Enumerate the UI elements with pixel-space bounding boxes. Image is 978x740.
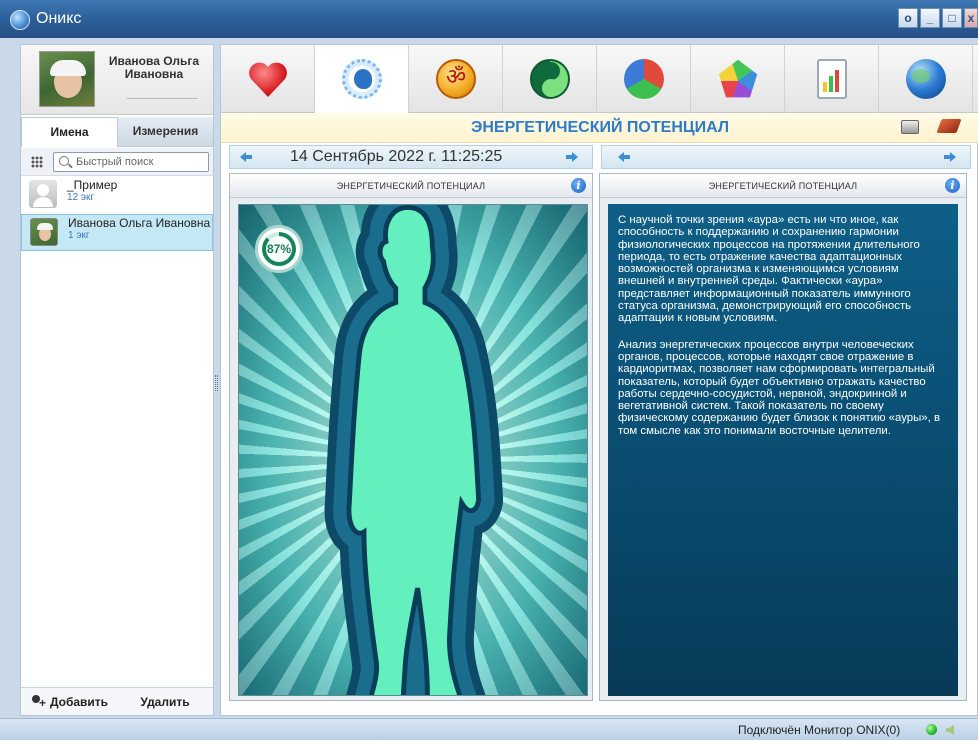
- options-button[interactable]: o: [898, 8, 918, 28]
- user-placeholder-icon: [29, 180, 57, 208]
- module-tabs: ॐ: [221, 45, 978, 113]
- status-indicator-icon: [926, 724, 937, 735]
- tab-globe[interactable]: [879, 45, 973, 113]
- patient-name: _Пример: [67, 178, 118, 192]
- printer-icon[interactable]: [901, 120, 919, 134]
- profile-card: Иванова Ольга Ивановна: [21, 45, 213, 115]
- avatar: [30, 218, 58, 246]
- main-panel: ॐ ЭНЕРГЕТИЧЕСКИЙ ПОТЕНЦИАЛ 14 Сентябрь 2…: [220, 44, 978, 716]
- info-icon[interactable]: i: [571, 178, 586, 193]
- energy-percent-label: 87%: [266, 242, 292, 256]
- window-title: Оникс: [36, 10, 82, 27]
- heart-ecg-icon: [248, 59, 288, 99]
- description-panel: ЭНЕРГЕТИЧЕСКИЙ ПОТЕНЦИАЛ i С научной точ…: [599, 173, 967, 701]
- sidebar-footer: Добавить Удалить: [21, 687, 213, 715]
- description-paragraph: Анализ энергетических процессов внутри ч…: [618, 338, 941, 437]
- description-panel-title: ЭНЕРГЕТИЧЕСКИЙ ПОТЕНЦИАЛ: [600, 174, 966, 198]
- aura-panel-title: ЭНЕРГЕТИЧЕСКИЙ ПОТЕНЦИАЛ: [230, 174, 592, 198]
- bar-chart-icon: [817, 59, 847, 99]
- info-icon[interactable]: i: [945, 178, 960, 193]
- sidebar-tabs: Имена Измерения: [21, 117, 213, 147]
- list-item[interactable]: _Пример 12 экг: [21, 177, 213, 214]
- list-item[interactable]: Иванова Ольга Ивановна 1 экг: [21, 214, 213, 251]
- description-paragraph: С научной точки зрения «аура» есть ни чт…: [618, 214, 920, 325]
- search-icon: [59, 156, 69, 166]
- om-symbol-icon: ॐ: [436, 59, 476, 99]
- aura-panel: ЭНЕРГЕТИЧЕСКИЙ ПОТЕНЦИАЛ i 87%: [229, 173, 593, 701]
- minimize-button[interactable]: _: [920, 8, 940, 28]
- add-patient-button[interactable]: Добавить: [21, 688, 117, 715]
- arrow-left-icon[interactable]: [618, 152, 630, 162]
- maximize-button[interactable]: □: [942, 8, 962, 28]
- globe-icon: [906, 59, 946, 99]
- search-row: Быстрый поиск: [21, 148, 213, 176]
- avatar[interactable]: [39, 51, 95, 107]
- connection-status: Подключён Монитор ONIX(0): [738, 723, 901, 737]
- window-controls: o _ □ x: [898, 8, 978, 28]
- arrow-right-icon[interactable]: [566, 152, 578, 162]
- tab-heart[interactable]: [221, 45, 315, 113]
- app-globe-icon: [10, 10, 30, 30]
- tab-measurements[interactable]: Измерения: [118, 117, 213, 147]
- grid-menu-icon[interactable]: [31, 156, 43, 168]
- tab-bars[interactable]: [785, 45, 879, 113]
- arrow-left-icon[interactable]: [240, 152, 252, 162]
- speaker-icon[interactable]: [946, 725, 954, 735]
- page-title: ЭНЕРГЕТИЧЕСКИЙ ПОТЕНЦИАЛ: [470, 119, 730, 136]
- tab-energy[interactable]: [315, 45, 409, 113]
- patient-name: Иванова Ольга Ивановна: [68, 216, 211, 230]
- head-profile-icon: [342, 59, 382, 99]
- measurement-date: 14 Сентябрь 2022 г. 11:25:25: [290, 148, 503, 165]
- aura-silhouette: [239, 205, 588, 696]
- nav-left-bar: 14 Сентябрь 2022 г. 11:25:25: [229, 145, 593, 169]
- tab-color[interactable]: [597, 45, 691, 113]
- section-header: ЭНЕРГЕТИЧЕСКИЙ ПОТЕНЦИАЛ: [221, 113, 978, 143]
- patient-list: _Пример 12 экг Иванова Ольга Ивановна 1 …: [21, 177, 213, 251]
- splitter-handle[interactable]: [215, 375, 218, 391]
- date-navigation: 14 Сентябрь 2022 г. 11:25:25: [229, 145, 971, 169]
- status-bar: Подключён Монитор ONIX(0): [0, 718, 978, 740]
- profile-name: Иванова Ольга Ивановна: [108, 54, 200, 81]
- patient-ecg-count: 1 экг: [68, 230, 90, 241]
- patient-ecg-count: 12 экг: [67, 192, 95, 203]
- arrow-right-icon[interactable]: [944, 152, 956, 162]
- description-text: С научной точки зрения «аура» есть ни чт…: [608, 204, 958, 696]
- tab-om[interactable]: ॐ: [409, 45, 503, 113]
- profile-divider: [127, 98, 197, 99]
- close-button[interactable]: x: [964, 8, 978, 28]
- energy-percent-gauge: 87%: [255, 225, 303, 273]
- nav-right-bar: [601, 145, 971, 169]
- tab-names[interactable]: Имена: [21, 117, 118, 147]
- yin-yang-icon: [530, 59, 570, 99]
- title-bar: Оникс o _ □ x: [0, 0, 978, 38]
- delete-patient-button[interactable]: Удалить: [117, 688, 213, 715]
- aura-visualization: 87%: [238, 204, 588, 696]
- patients-sidebar: Иванова Ольга Ивановна Имена Измерения Б…: [20, 44, 214, 716]
- search-input[interactable]: Быстрый поиск: [53, 152, 209, 172]
- pentagon-chart-icon: [718, 59, 758, 98]
- color-cube-icon: [624, 59, 664, 99]
- tab-yinyang[interactable]: [503, 45, 597, 113]
- tab-pentagon[interactable]: [691, 45, 785, 113]
- search-placeholder: Быстрый поиск: [76, 156, 154, 168]
- add-label: Добавить: [49, 694, 109, 709]
- add-user-icon: [30, 694, 46, 709]
